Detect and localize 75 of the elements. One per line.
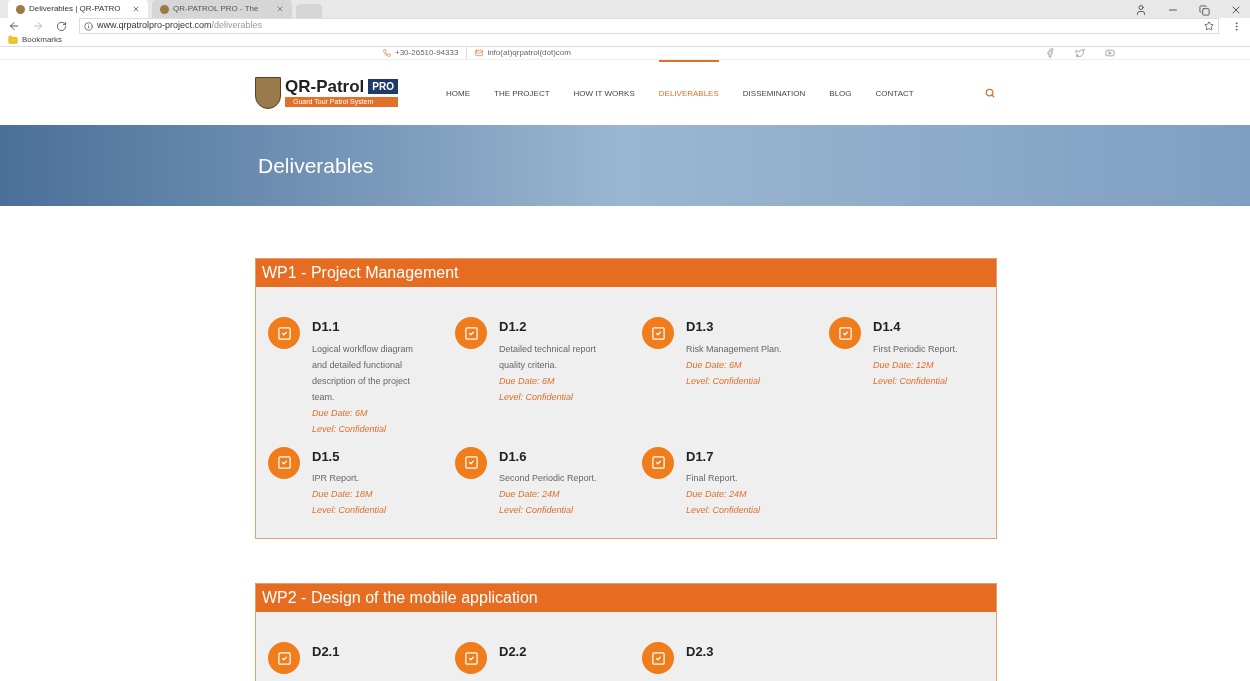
mail-icon — [475, 49, 484, 57]
close-icon[interactable] — [1230, 4, 1242, 16]
level-text: Level: Confidential — [312, 504, 388, 517]
due-date: Due Date: 6M — [686, 358, 743, 372]
browser-tab[interactable]: Deliverables | QR-PATRO — [8, 0, 148, 18]
nav-link[interactable]: HOME — [446, 60, 470, 125]
deliverable-description: First Periodic Report. — [873, 342, 959, 356]
favicon-icon — [16, 4, 25, 14]
deliverable-code: D1.4 — [873, 318, 902, 336]
youtube-icon[interactable] — [1105, 48, 1115, 58]
deliverable-description: Second Periodic Report. — [499, 472, 598, 485]
level-text: Level: Confidential — [873, 374, 949, 388]
address-bar[interactable]: www.qrpatrolpro-project.com/deliverables — [79, 18, 1219, 34]
twitter-icon[interactable] — [1075, 48, 1085, 58]
favicon-icon — [160, 4, 169, 14]
deliverable-code: D1.5 — [312, 447, 341, 466]
level-text: Level: Confidential — [312, 422, 388, 436]
check-icon — [268, 317, 300, 349]
deliverable-description: Risk Management Plan. — [686, 342, 783, 356]
search-icon[interactable] — [985, 87, 995, 98]
due-date: Due Date: 6M — [312, 406, 369, 420]
nav-link[interactable]: CONTACT — [875, 60, 914, 125]
facebook-icon[interactable] — [1045, 48, 1055, 58]
check-icon — [829, 317, 861, 349]
back-icon[interactable] — [8, 20, 20, 32]
deliverable-description: Detailed technical report quality criteria. — [499, 342, 598, 372]
due-date: Due Date: 24M — [499, 488, 561, 501]
star-icon[interactable] — [1204, 21, 1214, 31]
due-date: Due Date: 6M — [499, 374, 556, 388]
panel-header: WP1 - Project Management — [256, 259, 996, 287]
deliverable-description: IPR Report. — [312, 472, 361, 485]
shield-icon — [255, 76, 281, 109]
level-text: Level: Confidential — [686, 504, 762, 517]
page-title: Deliverables — [258, 152, 374, 179]
check-icon — [268, 446, 300, 479]
check-icon — [268, 642, 300, 674]
deliverable-description: Final Report. — [686, 472, 739, 485]
folder-icon — [8, 35, 18, 45]
deliverable-code: D1.1 — [312, 318, 341, 336]
deliverable-code: D2.2 — [499, 643, 528, 661]
check-icon — [455, 317, 487, 349]
due-date: Due Date: 18M — [312, 488, 374, 501]
browser-tab[interactable]: QR-PATROL PRO - The — [152, 0, 292, 18]
nav-link[interactable]: THE PROJECT — [494, 60, 550, 125]
deliverable-code: D1.6 — [499, 447, 528, 466]
check-icon — [642, 642, 674, 674]
reload-icon[interactable] — [56, 20, 67, 32]
nav-link[interactable]: HOW IT WORKS — [573, 60, 635, 125]
due-date: Due Date: 12M — [873, 358, 935, 372]
panel-header: WP2 - Design of the mobile application — [256, 584, 996, 612]
phone-number: +30-26510-94333 — [395, 47, 468, 59]
nav-link[interactable]: DISSEMINATION — [742, 60, 806, 125]
deliverable-code: D2.3 — [686, 643, 715, 661]
due-date: Due Date: 24M — [686, 488, 748, 501]
restore-icon[interactable] — [1199, 4, 1210, 16]
nav-link[interactable]: BLOG — [829, 60, 852, 125]
level-text: Level: Confidential — [686, 374, 762, 388]
deliverable-code: D1.3 — [686, 318, 715, 336]
check-icon — [642, 317, 674, 349]
check-icon — [455, 642, 487, 674]
check-icon — [455, 446, 487, 479]
email-address: info(at)qrpatrol(dot)com — [487, 47, 571, 59]
bookmark-link[interactable]: Bookmarks — [22, 34, 62, 46]
user-icon[interactable] — [1135, 4, 1147, 16]
deliverable-code: D1.2 — [499, 318, 528, 336]
close-icon[interactable] — [276, 5, 284, 13]
level-text: Level: Confidential — [499, 390, 575, 404]
close-icon[interactable] — [132, 5, 140, 13]
deliverable-description: Logical workflow diagram and detailed functional description of the project team. — [312, 342, 415, 404]
phone-icon — [383, 49, 391, 57]
deliverable-code: D1.7 — [686, 447, 715, 466]
level-text: Level: Confidential — [499, 504, 575, 517]
info-icon — [84, 21, 93, 31]
deliverable-code: D2.1 — [312, 643, 341, 661]
check-icon — [642, 446, 674, 479]
